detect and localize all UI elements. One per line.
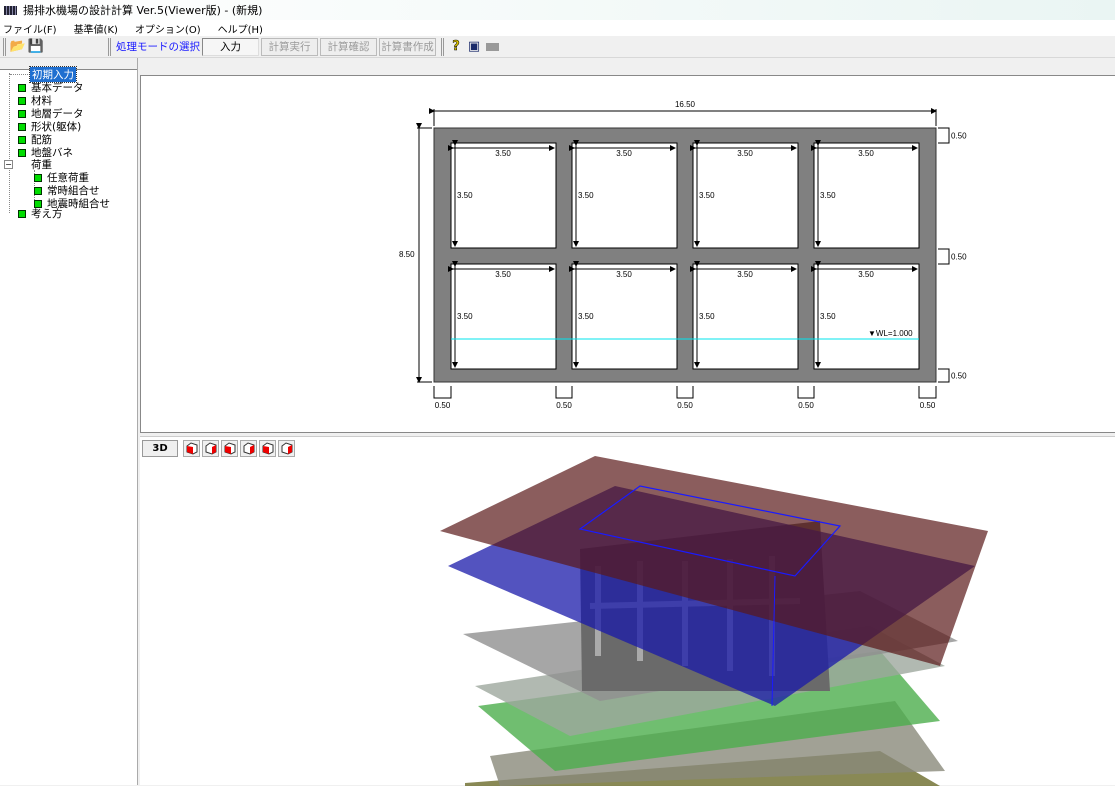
tree-item-approach[interactable]: 考え方 bbox=[18, 207, 63, 220]
menu-bar: ファイル(F) 基準値(K) オプション(O) ヘルプ(H) bbox=[0, 20, 1115, 36]
book-icon[interactable]: ▣ bbox=[465, 38, 483, 56]
cube-icon bbox=[262, 442, 274, 455]
overall-height-label: 8.50 bbox=[399, 250, 415, 259]
stratum-layer bbox=[465, 751, 940, 786]
mode-select-label: 処理モードの選択 bbox=[116, 41, 200, 53]
menu-file[interactable]: ファイル(F) bbox=[0, 21, 63, 36]
cell-height-label: 3.50 bbox=[457, 191, 473, 200]
dimension-lines bbox=[578, 485, 842, 577]
cell-height-label: 3.50 bbox=[820, 191, 836, 200]
cell-height-label: 3.50 bbox=[699, 191, 715, 200]
input-tree: 初期入力 基本データ 材料 地層データ 形状(躯体) 配筋 地盤バネ − 荷重 任… bbox=[0, 58, 138, 785]
cell-width-label: 3.50 bbox=[616, 149, 632, 158]
tree-item-loads[interactable]: − 荷重 bbox=[4, 158, 52, 171]
right-view-button[interactable] bbox=[202, 440, 219, 457]
input-mode-button[interactable]: 入力 bbox=[202, 37, 259, 56]
collapse-icon[interactable]: − bbox=[4, 160, 13, 169]
wall-thickness-label: 0.50 bbox=[951, 132, 967, 141]
cube-icon bbox=[224, 442, 236, 455]
cell-height-label: 3.50 bbox=[578, 312, 594, 321]
cell-width-label: 3.50 bbox=[858, 270, 874, 279]
3d-model-svg bbox=[440, 456, 988, 786]
wall-thickness-label: 0.50 bbox=[556, 401, 572, 410]
cube-icon bbox=[281, 442, 293, 455]
wall-thickness-label: 0.50 bbox=[920, 401, 936, 410]
cell-width-label: 3.50 bbox=[495, 270, 511, 279]
stratum-layer bbox=[475, 626, 945, 736]
cell-width-label: 3.50 bbox=[495, 149, 511, 158]
status-icon bbox=[34, 186, 42, 195]
cell-width-label: 3.50 bbox=[737, 270, 753, 279]
status-icon bbox=[18, 209, 26, 218]
ground-surface-plane bbox=[440, 456, 988, 666]
wall-thickness-label: 0.50 bbox=[435, 401, 451, 410]
gray-rect-icon[interactable] bbox=[483, 38, 501, 56]
wall-thickness-label: 0.50 bbox=[798, 401, 814, 410]
top-view-button[interactable] bbox=[221, 440, 238, 457]
left-view-button[interactable] bbox=[240, 440, 257, 457]
stratum-layer bbox=[478, 651, 940, 771]
cell-width-label: 3.50 bbox=[616, 270, 632, 279]
water-level-label: ▼WL=1.000 bbox=[868, 329, 913, 338]
toolbar: 📂 💾 処理モードの選択 入力 計算実行 計算確認 計算書作成 ? ▣ bbox=[0, 36, 1115, 58]
title-bar: 揚排水機場の設計計算 Ver.5(Viewer版) - (新規) bbox=[0, 0, 1115, 20]
create-report-button[interactable]: 計算書作成 bbox=[379, 37, 436, 56]
run-calculation-button[interactable]: 計算実行 bbox=[261, 37, 318, 56]
app-icon bbox=[4, 5, 17, 15]
water-level-plane bbox=[448, 486, 975, 706]
cell-height-label: 3.50 bbox=[820, 312, 836, 321]
status-icon bbox=[18, 96, 26, 105]
wall-thickness-label: 0.50 bbox=[677, 401, 693, 410]
cell-width-label: 3.50 bbox=[737, 149, 753, 158]
status-icon bbox=[18, 135, 26, 144]
cube-icon bbox=[205, 442, 217, 455]
window-title: 揚排水機場の設計計算 Ver.5(Viewer版) - (新規) bbox=[23, 4, 263, 17]
status-icon bbox=[34, 173, 42, 182]
toolbar-grip[interactable] bbox=[441, 37, 444, 56]
status-icon bbox=[18, 109, 26, 118]
3d-view[interactable]: 3D bbox=[140, 436, 1115, 786]
help-icon[interactable]: ? bbox=[447, 38, 465, 56]
box-structure bbox=[580, 521, 830, 691]
stratum-layer bbox=[463, 591, 958, 701]
toolbar-grip[interactable] bbox=[108, 37, 111, 56]
back-view-button[interactable] bbox=[259, 440, 276, 457]
cell-height-label: 3.50 bbox=[578, 191, 594, 200]
cell-width-label: 3.50 bbox=[858, 149, 874, 158]
cell-height-label: 3.50 bbox=[699, 312, 715, 321]
check-calculation-button[interactable]: 計算確認 bbox=[320, 37, 377, 56]
open-folder-icon[interactable]: 📂 bbox=[9, 38, 27, 56]
stratum-layer bbox=[490, 701, 945, 786]
wall-thickness-label: 0.50 bbox=[951, 372, 967, 381]
toolbar-grip[interactable] bbox=[3, 37, 6, 56]
3d-button[interactable]: 3D bbox=[142, 440, 178, 457]
status-icon bbox=[18, 148, 26, 157]
cube-icon bbox=[243, 442, 255, 455]
save-icon[interactable]: 💾 bbox=[27, 38, 45, 56]
cell-height-label: 3.50 bbox=[457, 312, 473, 321]
cube-icon bbox=[186, 442, 198, 455]
menu-options[interactable]: オプション(O) bbox=[132, 21, 207, 36]
menu-standards[interactable]: 基準値(K) bbox=[71, 21, 124, 36]
status-icon bbox=[18, 122, 26, 131]
section-svg: 3.50 3.50 3.50 3.50 3.50 3.50 3.50 3.50 3.50 3.50… bbox=[399, 100, 967, 410]
cross-section-drawing[interactable]: 3.50 3.50 3.50 3.50 3.50 3.50 3.50 3.50 3.50 3.50… bbox=[140, 75, 1115, 433]
status-icon bbox=[18, 83, 26, 92]
bottom-view-button[interactable] bbox=[278, 440, 295, 457]
menu-help[interactable]: ヘルプ(H) bbox=[215, 21, 269, 36]
wall-thickness-label: 0.50 bbox=[951, 253, 967, 262]
front-view-button[interactable] bbox=[183, 440, 200, 457]
overall-width-label: 16.50 bbox=[675, 100, 696, 109]
